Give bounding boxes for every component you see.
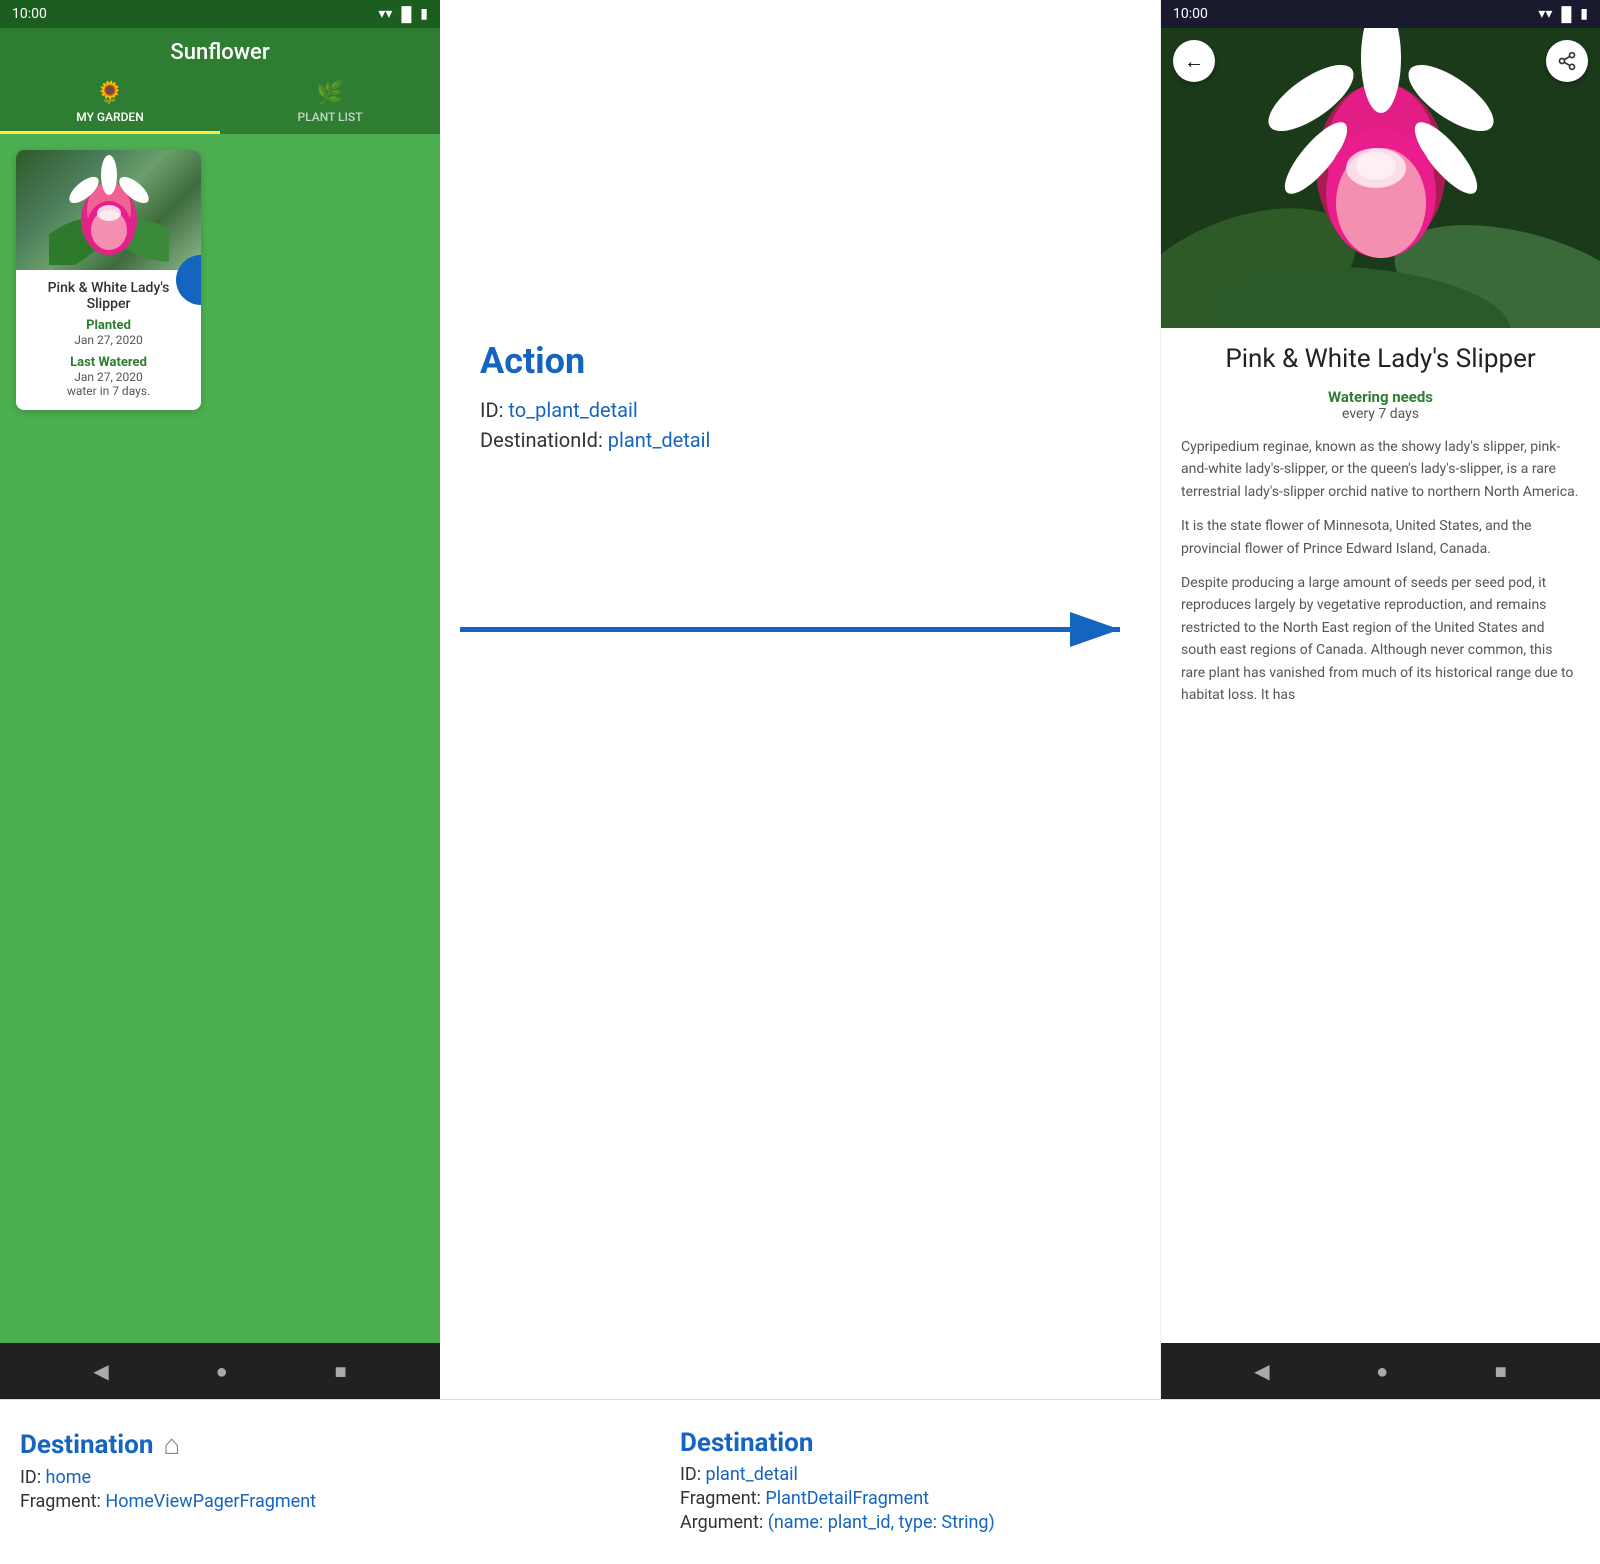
left-phone-panel: 10:00 ▾▾ ▐▌ ▮ Sunflower 🌻 MY GARDEN 🌿 PL…: [0, 0, 440, 1399]
left-status-bar: 10:00 ▾▾ ▐▌ ▮: [0, 0, 440, 28]
bottom-right-id-row: ID: plant_detail: [680, 1464, 1080, 1485]
plant-detail-content: Pink & White Lady's Slipper Watering nee…: [1161, 328, 1600, 1343]
left-nav-bar: ◀ ● ■: [0, 1343, 440, 1399]
bottom-right-dest-title: Destination: [680, 1428, 1080, 1458]
right-wifi-icon: ▾▾: [1538, 6, 1552, 22]
bottom-left-id-value: home: [46, 1467, 92, 1488]
left-recents-button[interactable]: ■: [334, 1359, 346, 1384]
bottom-right-fragment-value: PlantDetailFragment: [765, 1488, 929, 1509]
signal-icon: ▐▌: [396, 6, 416, 23]
action-dest-label: DestinationId:: [480, 428, 603, 452]
detail-watering-label: Watering needs: [1181, 388, 1580, 406]
bottom-left-dest: Destination ⌂ ID: home Fragment: HomeVie…: [0, 1416, 440, 1548]
navigation-arrow: [440, 0, 1160, 1399]
bottom-left-fragment-value: HomeViewPagerFragment: [105, 1491, 316, 1512]
plant-card[interactable]: Pink & White Lady's Slipper Planted Jan …: [16, 150, 201, 410]
detail-watering-freq: every 7 days: [1181, 406, 1580, 422]
home-icon: ⌂: [163, 1428, 180, 1461]
right-signal-icon: ▐▌: [1556, 6, 1576, 23]
tab-my-garden[interactable]: 🌻 MY GARDEN: [0, 73, 220, 134]
left-back-button[interactable]: ◀: [93, 1359, 108, 1383]
tab-my-garden-label: MY GARDEN: [76, 110, 143, 124]
share-button[interactable]: [1546, 40, 1588, 82]
left-status-icons: ▾▾ ▐▌ ▮: [378, 6, 428, 23]
right-status-bar: 10:00 ▾▾ ▐▌ ▮: [1161, 0, 1600, 28]
right-nav-bar: ◀ ● ■: [1161, 1343, 1600, 1399]
action-section: Action ID: to_plant_detail DestinationId…: [460, 320, 730, 478]
bottom-left-fragment-row: Fragment: HomeViewPagerFragment: [20, 1491, 420, 1512]
detail-description-2: It is the state flower of Minnesota, Uni…: [1181, 515, 1580, 560]
plant-detail-image: ←: [1161, 28, 1600, 328]
action-id-label: ID:: [480, 398, 503, 422]
tab-bar: 🌻 MY GARDEN 🌿 PLANT LIST: [0, 73, 440, 134]
right-battery-icon: ▮: [1580, 6, 1588, 22]
bottom-right-dest: Destination ID: plant_detail Fragment: P…: [660, 1416, 1100, 1548]
battery-icon: ▮: [420, 6, 428, 22]
back-button[interactable]: ←: [1173, 40, 1215, 82]
plant-card-name: Pink & White Lady's Slipper: [26, 280, 191, 312]
my-garden-icon: 🌻: [96, 81, 123, 106]
detail-description-3: Despite producing a large amount of seed…: [1181, 572, 1580, 706]
app-title: Sunflower: [170, 40, 269, 65]
tab-plant-list[interactable]: 🌿 PLANT LIST: [220, 73, 440, 134]
right-recents-button[interactable]: ■: [1495, 1359, 1507, 1384]
plant-list-icon: 🌿: [316, 81, 343, 106]
action-title: Action: [480, 340, 710, 382]
action-id-row: ID: to_plant_detail: [480, 398, 710, 422]
water-in-label: water in 7 days.: [26, 384, 191, 398]
bottom-middle-spacer: [440, 1416, 660, 1548]
planted-label: Planted: [26, 318, 191, 333]
plant-card-image: [16, 150, 201, 270]
bottom-right-argument-row: Argument: (name: plant_id, type: String): [680, 1512, 1080, 1533]
wifi-icon: ▾▾: [378, 6, 392, 22]
detail-plant-name: Pink & White Lady's Slipper: [1181, 344, 1580, 374]
bottom-right-id-value: plant_detail: [706, 1464, 798, 1485]
right-time: 10:00: [1173, 6, 1208, 22]
right-status-icons: ▾▾ ▐▌ ▮: [1538, 6, 1588, 23]
action-dest-row: DestinationId: plant_detail: [480, 428, 710, 452]
left-home-button[interactable]: ●: [216, 1359, 228, 1384]
action-id-value: to_plant_detail: [508, 398, 637, 422]
bottom-section: Destination ⌂ ID: home Fragment: HomeVie…: [0, 1399, 1600, 1564]
bottom-left-dest-title: Destination ⌂: [20, 1428, 420, 1461]
app-header: Sunflower 🌻 MY GARDEN 🌿 PLANT LIST: [0, 28, 440, 134]
detail-description-1: Cypripedium reginae, known as the showy …: [1181, 436, 1580, 503]
bottom-left-id-row: ID: home: [20, 1467, 420, 1488]
action-dest-value: plant_detail: [608, 428, 711, 452]
last-watered-date: Jan 27, 2020: [26, 370, 191, 384]
bottom-right-fragment-row: Fragment: PlantDetailFragment: [680, 1488, 1080, 1509]
right-back-button[interactable]: ◀: [1254, 1359, 1269, 1383]
app-content: Pink & White Lady's Slipper Planted Jan …: [0, 134, 440, 1343]
right-phone-panel: 10:00 ▾▾ ▐▌ ▮: [1160, 0, 1600, 1399]
left-time: 10:00: [12, 6, 47, 22]
right-home-button[interactable]: ●: [1376, 1359, 1388, 1384]
middle-panel: Action ID: to_plant_detail DestinationId…: [440, 0, 1160, 1399]
planted-date: Jan 27, 2020: [26, 333, 191, 347]
tab-plant-list-label: PLANT LIST: [297, 110, 362, 124]
bottom-right-argument-value: (name: plant_id, type: String): [768, 1512, 995, 1533]
last-watered-label: Last Watered: [26, 355, 191, 370]
plant-card-info: Pink & White Lady's Slipper Planted Jan …: [16, 270, 201, 410]
